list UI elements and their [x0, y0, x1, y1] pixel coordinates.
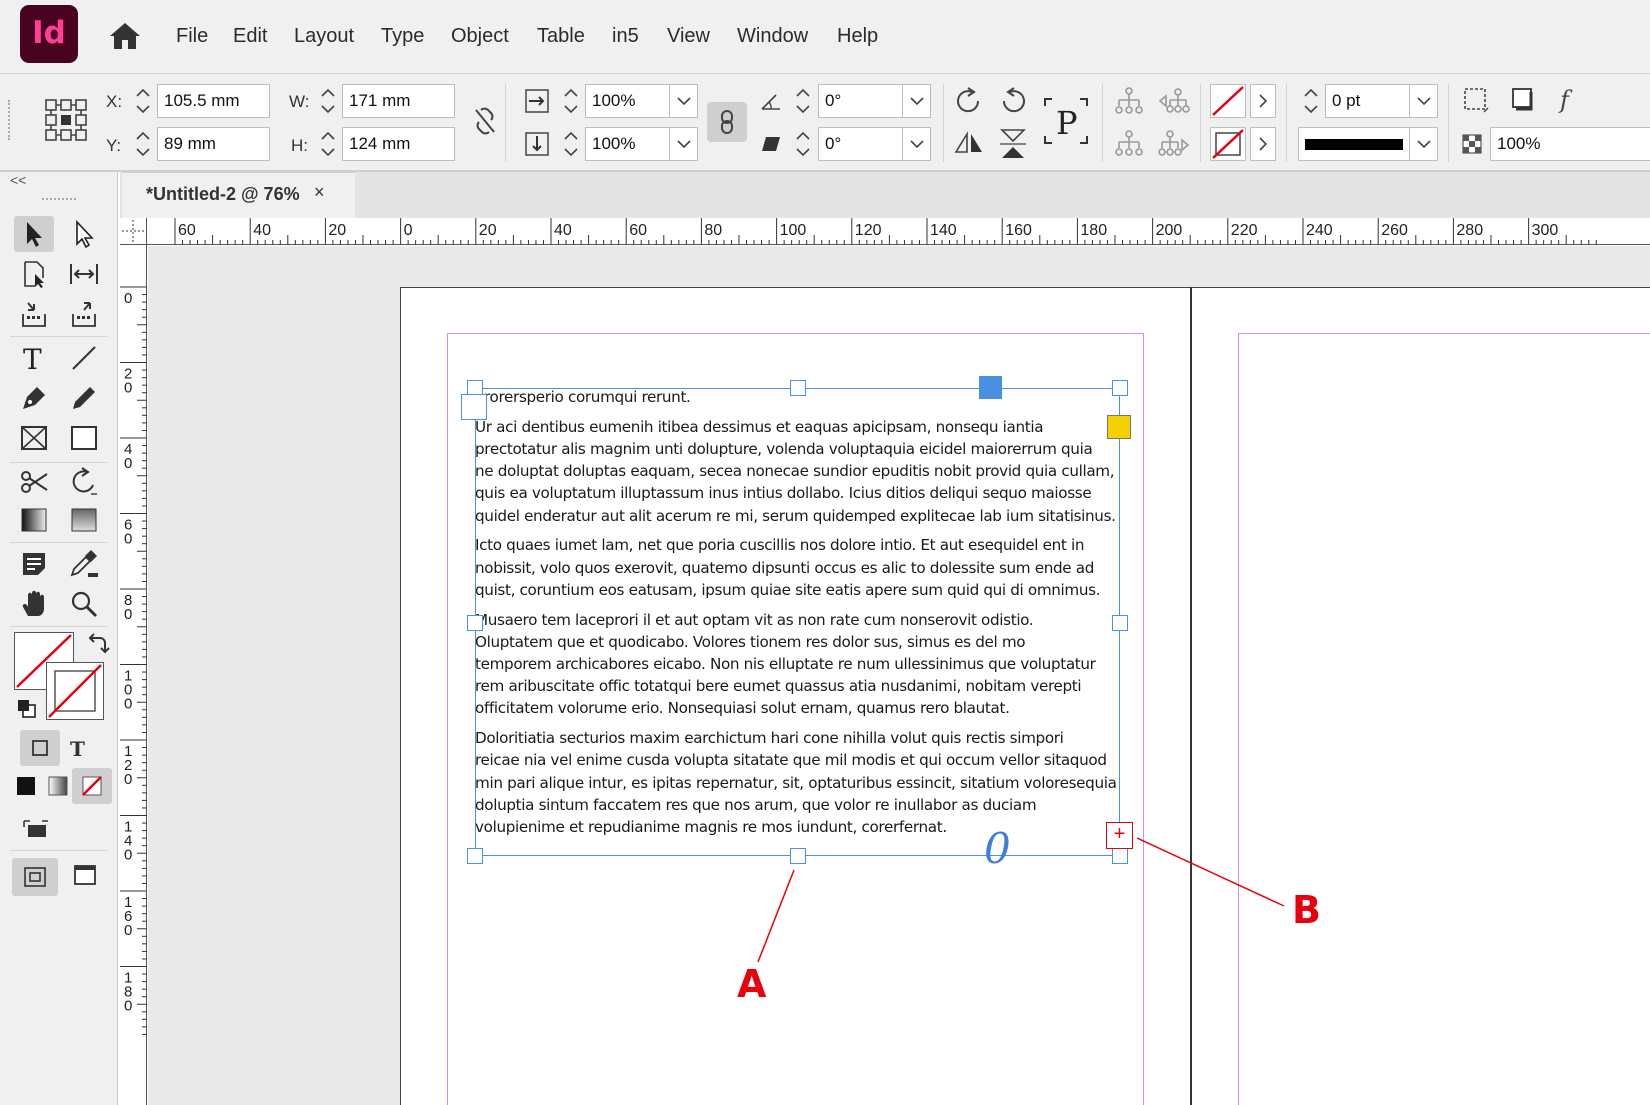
callout-label-a: A — [737, 962, 767, 1006]
callout-label-b: B — [1292, 888, 1321, 932]
callout-lines — [757, 837, 1285, 963]
indesign-window: Id File Edit Layout Type Object Table in… — [0, 0, 1650, 1105]
